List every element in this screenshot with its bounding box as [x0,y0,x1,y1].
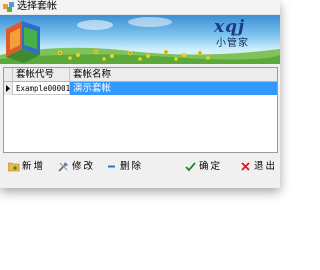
row-header-corner [4,68,13,81]
add-folder-icon [8,162,20,172]
minus-icon [108,165,115,168]
red-x-icon [241,162,250,171]
header-banner: xqj 小管家 [0,15,280,64]
add-button-label: 新增 [22,161,46,172]
grid-header: 套帐代号 套帐名称 [4,68,277,82]
edit-button-label: 修改 [72,161,96,172]
edit-tools-icon [58,162,68,172]
app-cubes-icon [3,2,14,12]
current-row-arrow-icon [6,85,10,92]
ok-button-label: 确定 [199,161,223,172]
column-header-name[interactable]: 套帐名称 [70,68,277,81]
brand-name: 小管家 [216,38,249,49]
select-account-set-dialog: 选择套帐 xqj 小管家 套帐代号 套帐名称 Example00001 演示套帐… [0,0,280,188]
window-title: 选择套帐 [17,1,57,12]
table-row[interactable]: Example00001 演示套帐 [4,82,277,95]
title-bar[interactable]: 选择套帐 [0,0,280,15]
banner-logo-icon [6,21,40,63]
checkmark-icon [185,162,196,172]
column-header-code[interactable]: 套帐代号 [13,68,70,81]
cell-account-code[interactable]: Example00001 [13,82,70,95]
row-selector[interactable] [4,82,13,95]
cell-account-name[interactable]: 演示套帐 [70,82,277,95]
delete-button-label: 删除 [120,161,144,172]
account-set-grid[interactable]: 套帐代号 套帐名称 Example00001 演示套帐 [3,67,278,153]
exit-button-label: 退出 [254,161,278,172]
